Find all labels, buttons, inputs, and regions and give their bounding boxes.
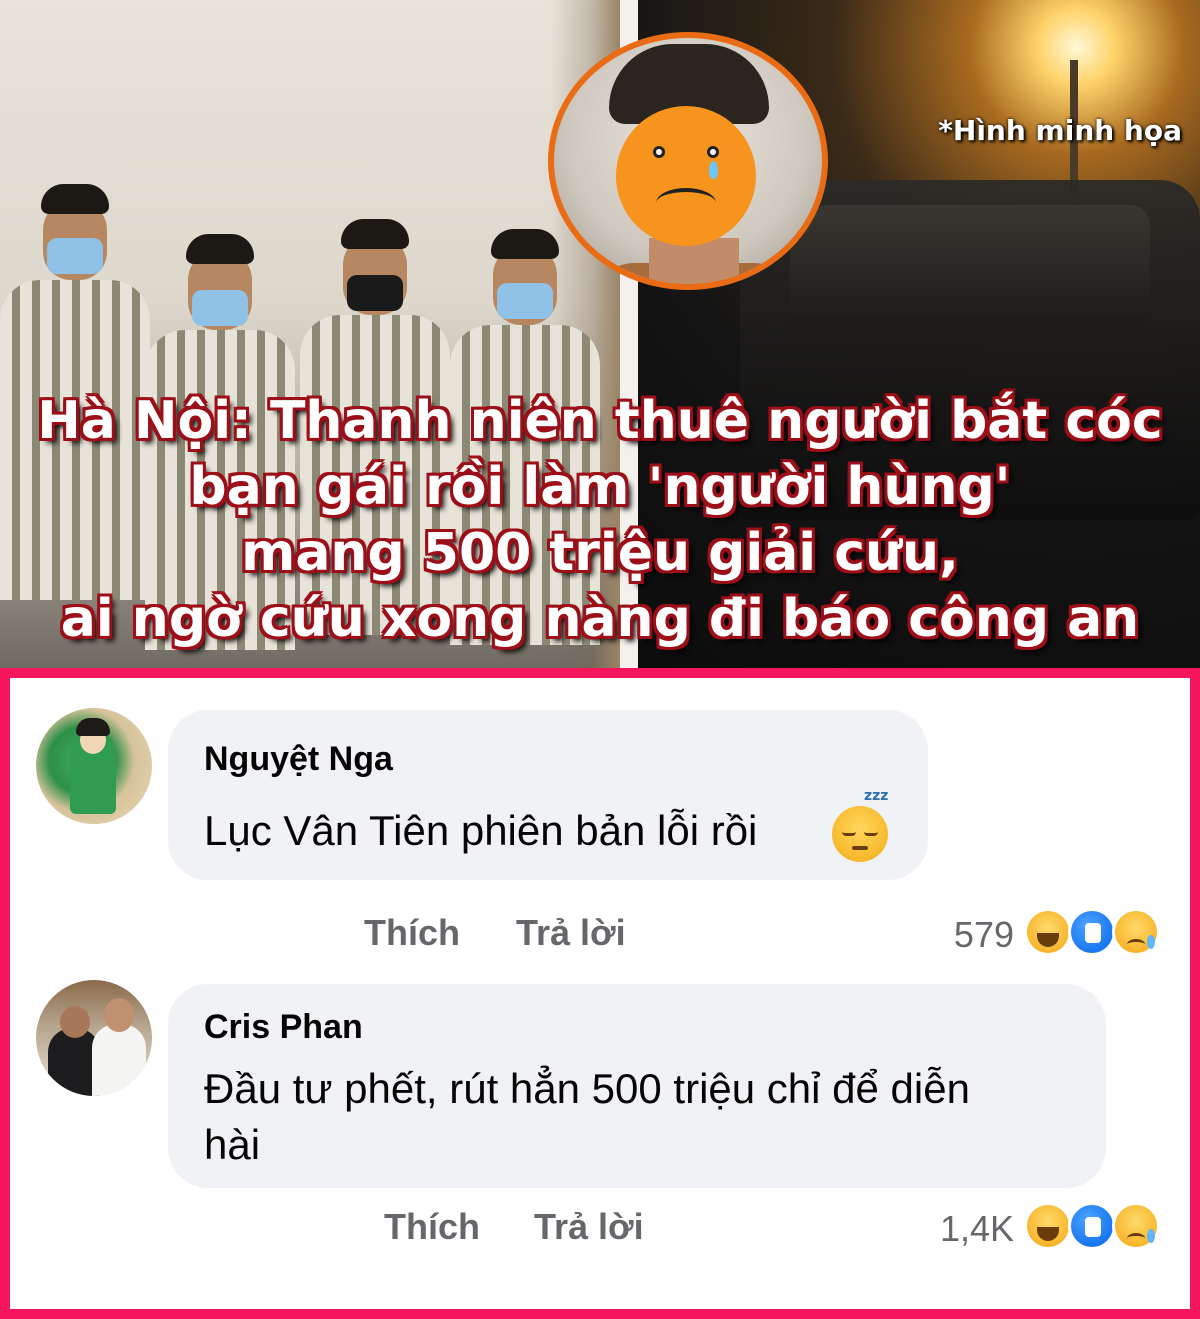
like-button[interactable]: Thích xyxy=(384,1206,480,1248)
haha-reaction-icon xyxy=(1024,908,1072,956)
news-headline: Hà Nội: Thanh niên thuê người bắt cóc bạ… xyxy=(0,388,1200,652)
headline-line: ai ngờ cứu xong nàng đi báo công an xyxy=(60,589,1140,649)
haha-reaction-icon xyxy=(1024,1202,1072,1250)
reaction-count[interactable]: 1,4K xyxy=(910,1208,1014,1250)
avatar[interactable] xyxy=(36,980,152,1096)
comment-author[interactable]: Nguyệt Nga xyxy=(204,740,393,779)
crying-face-icon xyxy=(616,106,756,246)
comment-text-line: Đầu tư phết, rút hẳn 500 triệu chỉ để di… xyxy=(204,1065,970,1112)
comments-panel: Nguyệt Nga Lục Vân Tiên phiên bản lỗi rồ… xyxy=(0,668,1200,1319)
headline-line: bạn gái rồi làm 'người hùng' xyxy=(189,457,1011,517)
reply-button[interactable]: Trả lời xyxy=(534,1206,644,1248)
news-image: *Hình minh họa Hà Nội: Thanh niên thuê n… xyxy=(0,0,1200,668)
headline-line: Hà Nội: Thanh niên thuê người bắt cóc xyxy=(37,391,1163,451)
like-reaction-icon xyxy=(1068,908,1116,956)
reply-button[interactable]: Trả lời xyxy=(516,912,626,954)
sad-reaction-icon xyxy=(1112,908,1160,956)
reaction-count[interactable]: 579 xyxy=(910,914,1014,956)
like-reaction-icon xyxy=(1068,1202,1116,1250)
avatar[interactable] xyxy=(36,708,152,824)
comment-text: Lục Vân Tiên phiên bản lỗi rồi xyxy=(204,807,758,854)
illustration-note: *Hình minh họa xyxy=(938,114,1182,147)
like-button[interactable]: Thích xyxy=(364,912,460,954)
headline-line: mang 500 triệu giải cứu, xyxy=(241,523,959,583)
sleepy-face-icon: zzz xyxy=(832,788,888,862)
comment-text-line: hài xyxy=(204,1121,261,1168)
comment-author[interactable]: Cris Phan xyxy=(204,1008,363,1047)
sad-reaction-icon xyxy=(1112,1202,1160,1250)
